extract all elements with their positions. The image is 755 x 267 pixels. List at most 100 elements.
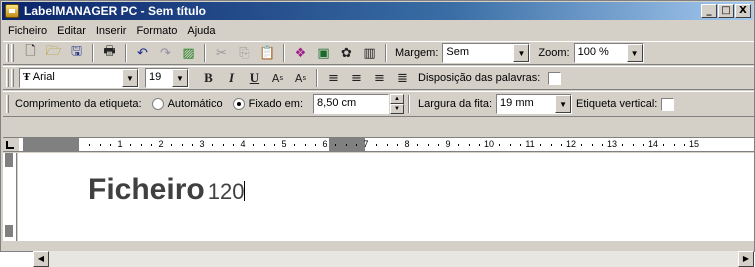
length-stepper[interactable]: ▲ ▼ [390,94,405,114]
tab-stop-icon[interactable] [3,138,19,151]
margin-select-value: Sem [446,46,470,58]
toolbar-grip[interactable] [6,44,9,62]
stepper-down-icon[interactable]: ▼ [390,104,405,114]
ruler-tick-mark [396,144,398,146]
open-icon[interactable]: 🗁 [42,42,65,64]
scroll-right-icon[interactable]: ▶ [738,251,754,267]
close-button[interactable]: X [735,4,751,18]
toolbar-grip[interactable] [6,69,9,87]
ruler-tick-mark [99,144,101,146]
ruler-tick-mark [273,144,275,146]
align-right-icon[interactable]: ≡ [368,67,391,89]
fixed-length-input[interactable]: 8,50 cm [313,94,390,114]
ruler-tick-mark [478,144,480,146]
stepper-up-icon[interactable]: ▲ [390,94,405,104]
align-left-icon[interactable]: ≡ [322,67,345,89]
undo-icon[interactable]: ↶ [131,42,154,64]
label-toolbar: Comprimento da etiqueta: Automático Fixa… [3,91,754,117]
chevron-down-icon[interactable]: ▼ [513,44,530,62]
ruler-tick-mark [468,144,470,146]
bold-button[interactable]: B [197,67,220,89]
ruler-tick-label: 4 [240,139,246,149]
ruler-tick-mark [683,144,685,146]
ruler-tick-mark [540,144,542,146]
italic-button[interactable]: I [220,67,243,89]
chevron-down-icon[interactable]: ▼ [626,44,643,62]
toolbar-grip[interactable] [11,44,14,62]
chevron-down-icon[interactable]: ▼ [555,95,572,113]
image-icon[interactable]: ▣ [312,42,335,64]
menu-formato[interactable]: Formato [131,25,182,37]
app-icon[interactable] [5,4,19,18]
ruler-tick-label: 1 [117,139,123,149]
app-window: LabelMANAGER PC - Sem título _ □ X Fiche… [0,0,755,267]
subscript-mark: s [302,74,307,82]
align-justify-icon[interactable]: ≣ [391,67,414,89]
title-bar[interactable]: LabelMANAGER PC - Sem título _ □ X [2,2,753,20]
save-icon[interactable]: 🖫 [65,42,88,64]
zoom-label: Zoom: [538,47,570,59]
toolbar-grip[interactable] [11,69,14,87]
maximize-button[interactable]: □ [718,4,734,18]
redo-icon[interactable]: ↷ [154,42,177,64]
menu-ajuda[interactable]: Ajuda [182,25,220,37]
font-size-select[interactable]: 19 ▼ [145,68,189,88]
label-text[interactable]: Ficheiro 120 [88,173,246,207]
vertical-ruler[interactable] [3,153,17,241]
ruler-tick-label: 5 [281,139,287,149]
symbol-icon[interactable]: ❖ [289,42,312,64]
ruler-tick-mark [304,144,306,146]
ruler-tick-label: 10 [483,139,495,149]
underline-button[interactable]: U [243,67,266,89]
ruler-tick-mark [253,144,255,146]
ruler-tick-label: 9 [445,139,451,149]
vertical-label-checkbox[interactable] [661,97,675,111]
word-wrap-checkbox[interactable] [548,71,562,85]
paste-icon[interactable]: 📋 [256,42,279,64]
ruler-tick-label: 8 [404,139,410,149]
horizontal-ruler[interactable]: 1 2 3 4 5 6 7 8 9 10 11 12 13 14 15 [3,137,754,152]
ruler-tick-mark [335,144,337,146]
subscript-button[interactable]: As [289,67,312,89]
chevron-down-icon[interactable]: ▼ [122,69,138,87]
ruler-tick-mark [294,144,296,146]
align-center-icon[interactable]: ≡ [345,67,368,89]
new-icon[interactable]: 🗋 [19,42,42,64]
font-select[interactable]: Ŧ Arial ▼ [19,68,139,88]
ruler-tick-mark [222,144,224,146]
auto-radio[interactable] [151,98,164,110]
copy-icon[interactable]: ⎘ [233,42,256,64]
margin-select[interactable]: Sem ▼ [442,43,531,63]
menu-inserir[interactable]: Inserir [91,25,132,37]
standard-toolbar: 🗋 🗁 🖫 🖶 ↶ ↷ ▨ ✂ ⎘ 📋 ❖ ▣ ✿ ▥ Margem: Sem … [3,41,754,65]
toolbar-grip[interactable] [6,95,9,113]
editor-bottom-edge [3,241,754,251]
menu-ficheiro[interactable]: Ficheiro [3,25,52,37]
eraser-icon[interactable]: ▨ [177,42,200,64]
clipart-icon[interactable]: ✿ [335,42,358,64]
ruler-tick-mark [263,144,265,146]
tape-width-value: 19 mm [500,97,534,109]
fixed-radio[interactable] [232,98,245,110]
ruler-tick-mark [314,144,316,146]
chevron-down-icon[interactable]: ▼ [172,69,188,87]
menu-editar[interactable]: Editar [52,25,91,37]
label-editor[interactable]: Ficheiro 120 [18,153,754,241]
scroll-left-icon[interactable]: ◀ [33,251,49,267]
barcode-icon[interactable]: ▥ [358,42,381,64]
vruler-margin-bottom [5,225,13,237]
ruler-tick-mark [642,144,644,146]
zoom-select[interactable]: 100 % ▼ [573,43,644,63]
tape-width-select[interactable]: 19 mm ▼ [496,94,573,114]
separator [385,44,387,62]
print-icon[interactable]: 🖶 [98,42,121,64]
horizontal-scrollbar[interactable]: ◀ ▶ [33,251,754,267]
ruler-tick-mark [560,144,562,146]
superscript-button[interactable]: As [266,67,289,89]
minimize-button[interactable]: _ [701,4,717,18]
ruler-tick-label: 12 [565,139,577,149]
ruler-tick-mark [509,144,511,146]
ruler-tick-mark [458,144,460,146]
word-wrap-label: Disposição das palavras: [418,72,541,84]
cut-icon[interactable]: ✂ [210,42,233,64]
